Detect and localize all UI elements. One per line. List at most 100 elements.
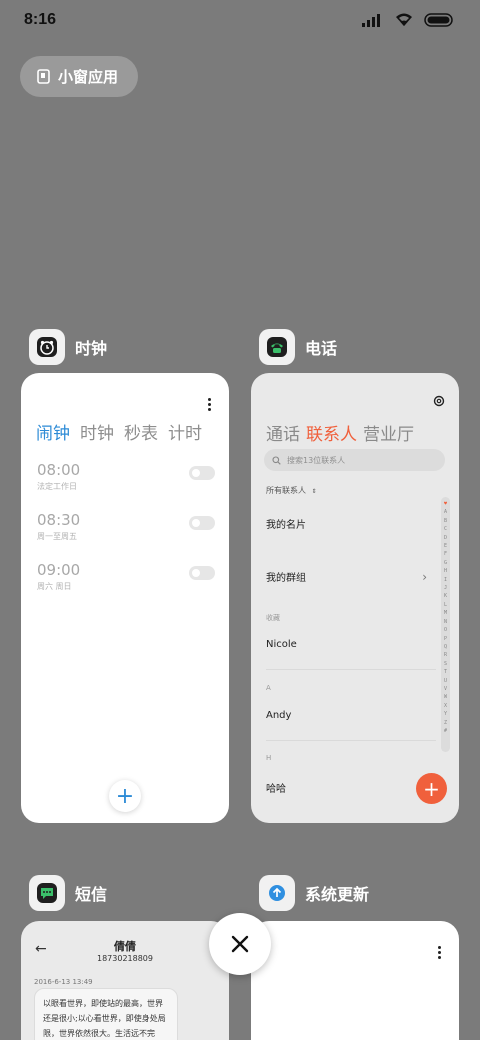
clock-app-header[interactable]: 时钟 [29,329,107,365]
alarm-item[interactable]: 08:30 周一至周五 [37,511,215,551]
small-window-icon [37,69,50,84]
search-icon [272,455,281,465]
all-contacts-filter[interactable]: 所有联系人 ⇕ [266,485,317,496]
search-placeholder: 搜索13位联系人 [287,455,346,465]
tab-calls[interactable]: 通话 [266,420,300,445]
sms-app-card[interactable]: ← 倩倩 18730218809 2016-6-13 13:49 以眼看世界，即… [21,921,229,1040]
index-letter[interactable]: M [444,609,447,617]
close-icon [231,935,249,953]
phone-tabs: 通话 联系人 营业厅 [266,420,414,445]
tab-clock[interactable]: 时钟 [80,419,114,444]
index-letter[interactable]: J [444,584,447,592]
update-app-card[interactable] [251,921,459,1040]
sms-app-header[interactable]: 短信 [29,875,107,911]
update-app-header[interactable]: 系统更新 [259,875,369,911]
index-letter[interactable]: L [444,601,447,609]
chat-bubble-icon [37,883,57,903]
all-contacts-label: 所有联系人 [266,486,306,495]
sms-app-name: 短信 [75,885,108,904]
index-letter[interactable]: T [444,668,447,676]
sms-contact-number: 18730218809 [97,954,153,963]
index-letter[interactable]: V [444,685,447,693]
index-letter[interactable]: G [444,559,447,567]
index-letter[interactable]: A [444,508,447,516]
sms-app-icon [29,875,65,911]
my-card-item[interactable]: 我的名片 [266,516,306,531]
index-letter[interactable]: D [444,534,447,542]
index-letter[interactable]: R [444,651,447,659]
alarm-toggle[interactable] [189,466,215,480]
index-letter[interactable]: P [444,635,447,643]
index-letter[interactable]: U [444,677,447,685]
sms-date: 2016-6-13 13:49 [34,978,93,986]
wifi-icon [396,13,412,26]
phone-app-icon [259,329,295,365]
index-letter[interactable]: W [444,693,447,701]
index-letter[interactable]: C [444,525,447,533]
index-letter[interactable]: O [444,626,447,634]
sms-message-bubble[interactable]: 以眼看世界，即使站的最高，世界还是很小;以心看世界，即使身处局限，世界依然很大。… [34,988,178,1040]
alarm-repeat: 周六 周日 [37,582,72,591]
favorites-index-icon[interactable]: ♥ [444,500,447,508]
index-letter[interactable]: B [444,517,447,525]
add-alarm-button[interactable]: + [109,780,141,812]
alarm-repeat: 周一至周五 [37,532,77,541]
phone-app-header[interactable]: 电话 [259,329,337,365]
tab-alarm[interactable]: 闹钟 [36,419,70,444]
update-app-name: 系统更新 [305,885,370,904]
index-letter[interactable]: I [444,576,447,584]
index-letter[interactable]: Z [444,719,447,727]
divider [266,669,436,670]
clock-tabs: 闹钟 时钟 秒表 计时 [36,419,202,444]
clock-app-card[interactable]: 闹钟 时钟 秒表 计时 08:00 法定工作日 08:30 周一至周五 09:0… [21,373,229,823]
index-letter[interactable]: K [444,592,447,600]
more-options-icon[interactable] [438,946,442,959]
clock-app-name: 时钟 [75,339,108,358]
sort-arrows-icon: ⇕ [311,488,317,495]
more-options-icon[interactable] [208,398,212,411]
phone-app-name: 电话 [305,339,338,358]
small-window-apps-label: 小窗应用 [58,68,119,86]
phone-app-card[interactable]: 通话 联系人 营业厅 搜索13位联系人 所有联系人 ⇕ 我的名片 我的群组 › … [251,373,459,823]
index-letter[interactable]: N [444,618,447,626]
index-letter[interactable]: # [444,727,447,735]
alarm-toggle[interactable] [189,516,215,530]
section-header: 收藏 [266,614,280,622]
index-letter[interactable]: E [444,542,447,550]
index-letter[interactable]: Q [444,643,447,651]
divider [266,740,436,741]
tab-timer[interactable]: 计时 [168,419,202,444]
status-icons [362,12,454,27]
chevron-right-icon: › [422,570,427,584]
contact-item[interactable]: 哈哈 [266,780,286,795]
index-letter[interactable]: S [444,660,447,668]
contact-item[interactable]: Nicole [266,639,297,650]
arrow-up-icon [269,885,285,901]
alarm-item[interactable]: 09:00 周六 周日 [37,561,215,601]
alarm-toggle[interactable] [189,566,215,580]
tab-contacts[interactable]: 联系人 [306,420,357,445]
index-letter[interactable]: F [444,550,447,558]
battery-icon [424,12,453,27]
clock-app-icon [29,329,65,365]
telephone-icon [267,337,287,357]
index-letter[interactable]: Y [444,710,447,718]
contact-item[interactable]: Andy [266,710,291,721]
index-letter[interactable]: X [444,702,447,710]
tab-stopwatch[interactable]: 秒表 [124,419,158,444]
index-letter[interactable]: H [444,567,447,575]
alphabet-index-bar[interactable]: ♥ A B C D E F G H I J K L M N O P Q R S T U V W X Y Z # [441,497,450,752]
status-time: 8:16 [24,11,57,28]
alarm-repeat: 法定工作日 [37,482,77,491]
my-groups-item[interactable]: 我的群组 [266,569,306,584]
alarm-item[interactable]: 08:00 法定工作日 [37,461,215,501]
section-header: A [266,684,271,692]
close-all-button[interactable] [209,913,271,975]
add-contact-button[interactable]: + [416,773,447,804]
tab-service-hall[interactable]: 营业厅 [363,420,414,445]
settings-icon[interactable] [433,395,445,407]
contact-search-input[interactable]: 搜索13位联系人 [264,449,445,471]
section-header: H [266,754,272,762]
small-window-apps-button[interactable]: 小窗应用 [20,56,138,97]
sms-contact-name: 倩倩 [114,940,136,953]
